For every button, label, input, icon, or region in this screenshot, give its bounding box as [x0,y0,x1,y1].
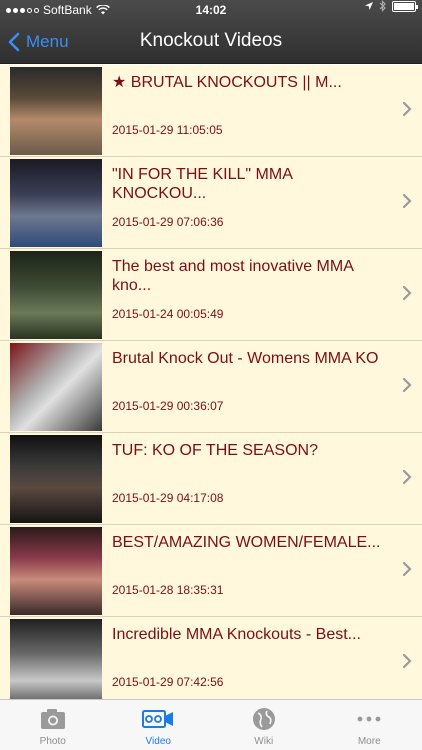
status-time: 14:02 [195,3,227,17]
tab-label: Video [145,736,171,747]
video-date: 2015-01-24 00:05:49 [112,307,224,321]
video-date: 2015-01-29 04:17:08 [112,491,224,505]
chevron-right-icon [402,653,412,669]
tab-photo[interactable]: Photo [0,700,106,750]
video-list-item[interactable]: Incredible MMA Knockouts - Best... 2015-… [0,617,422,699]
video-date: 2015-01-29 07:06:36 [112,215,224,229]
tab-label: Wiki [254,736,274,747]
video-thumbnail [10,619,102,699]
video-date: 2015-01-29 00:36:07 [112,399,224,413]
video-title: "IN FOR THE KILL" MMA KNOCKOU... [112,166,292,202]
globe-icon [252,708,275,730]
chevron-right-icon [402,561,412,577]
video-thumbnail [10,527,102,615]
chevron-right-icon [402,469,412,485]
video-thumbnail [10,343,102,431]
chevron-right-icon [402,193,412,209]
video-list-item[interactable]: The best and most inovative MMA kno... 2… [0,249,422,341]
video-title: ★ BRUTAL KNOCKOUTS || M... [112,74,342,91]
video-date: 2015-01-29 07:42:56 [112,675,224,689]
bluetooth-icon [379,0,386,12]
video-date: 2015-01-29 11:05:05 [112,123,223,137]
video-list[interactable]: ★ BRUTAL KNOCKOUTS || M... 2015-01-29 11… [0,65,422,699]
video-title: BEST/AMAZING WOMEN/FEMALE... [112,534,381,551]
video-thumbnail [10,159,102,247]
video-title: Incredible MMA Knockouts - Best... [112,626,361,643]
tab-label: Photo [39,736,66,747]
battery-icon [392,0,418,12]
chevron-right-icon [402,101,412,117]
video-thumbnail [10,67,102,155]
location-arrow-icon [365,2,373,10]
video-thumbnail [10,251,102,339]
video-title: The best and most inovative MMA kno... [112,258,353,294]
chevron-right-icon [402,377,412,393]
tab-bar: Photo Video Wiki More [0,699,422,750]
video-list-item[interactable]: BEST/AMAZING WOMEN/FEMALE... 2015-01-28 … [0,525,422,617]
camera-icon [40,709,65,729]
video-thumbnail [10,435,102,523]
tab-video[interactable]: Video [106,700,212,750]
status-bar: SoftBank 14:02 [0,0,422,20]
page-title: Knockout Videos [139,30,283,51]
video-list-item[interactable]: ★ BRUTAL KNOCKOUTS || M... 2015-01-29 11… [0,65,422,157]
video-title: TUF: KO OF THE SEASON? [112,442,318,459]
navigation-bar: Menu Knockout Videos [0,20,422,64]
more-dots-icon [357,716,381,722]
tab-more[interactable]: More [317,700,422,750]
top-bar: SoftBank 14:02 Menu Knockout Videos [0,0,422,64]
video-title: Brutal Knock Out - Womens MMA KO [112,350,379,367]
video-list-item[interactable]: Brutal Knock Out - Womens MMA KO 2015-01… [0,341,422,433]
video-date: 2015-01-28 18:35:31 [112,583,224,597]
status-right [364,0,418,12]
tab-wiki[interactable]: Wiki [211,700,317,750]
video-list-item[interactable]: "IN FOR THE KILL" MMA KNOCKOU... 2015-01… [0,157,422,249]
chevron-right-icon [402,285,412,301]
tab-label: More [357,736,381,747]
video-list-item[interactable]: TUF: KO OF THE SEASON? 2015-01-29 04:17:… [0,433,422,525]
video-camera-icon [142,710,174,728]
